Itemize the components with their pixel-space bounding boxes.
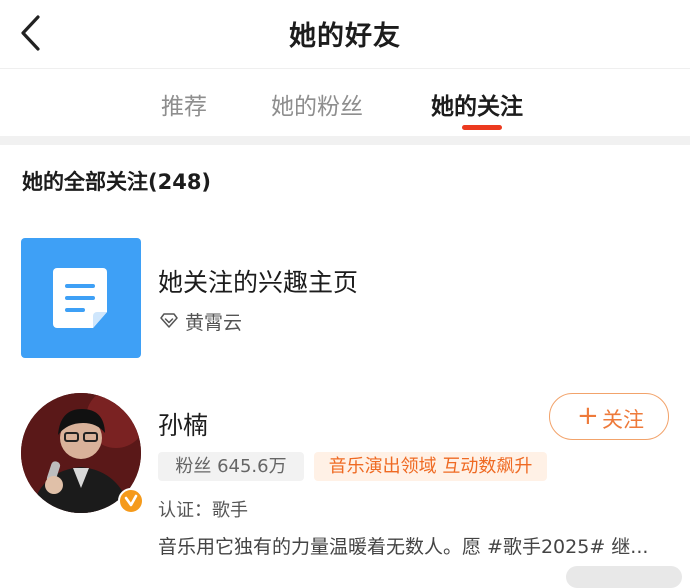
user-description: 音乐用它独有的力量温暖着无数人。愿 #歌手2025# 继...	[158, 536, 649, 558]
tab-her-following[interactable]: 她的关注	[431, 87, 523, 121]
top-bar: 她的好友	[0, 0, 690, 68]
interest-page-cover[interactable]	[21, 238, 141, 358]
tab-bar: 推荐 她的粉丝 她的关注	[0, 68, 690, 137]
tab-her-fans[interactable]: 她的粉丝	[271, 87, 363, 121]
diamond-icon	[160, 313, 178, 328]
fans-count-badge: 粉丝 645.6万	[158, 452, 304, 481]
user-name[interactable]: 孙楠	[158, 406, 208, 442]
interest-page-title[interactable]: 她关注的兴趣主页	[158, 263, 358, 299]
watermark	[566, 566, 682, 588]
document-icon	[53, 268, 107, 328]
following-count-heading: 她的全部关注(248)	[22, 170, 212, 194]
verified-badge	[118, 488, 144, 514]
tab-recommend[interactable]: 推荐	[161, 87, 207, 121]
plus-icon: +	[577, 401, 599, 431]
follow-button[interactable]: + 关注	[549, 393, 669, 440]
section-divider	[0, 136, 690, 145]
verification-text: 认证：歌手	[158, 500, 248, 521]
follow-button-label: 关注	[602, 408, 644, 432]
interest-owner-name: 黄霄云	[185, 312, 243, 334]
domain-tag-badge[interactable]: 音乐演出领域 互动数飙升	[314, 452, 547, 481]
page-title: 她的好友	[289, 21, 401, 52]
active-tab-indicator	[462, 125, 502, 130]
checkmark-icon	[124, 494, 138, 507]
